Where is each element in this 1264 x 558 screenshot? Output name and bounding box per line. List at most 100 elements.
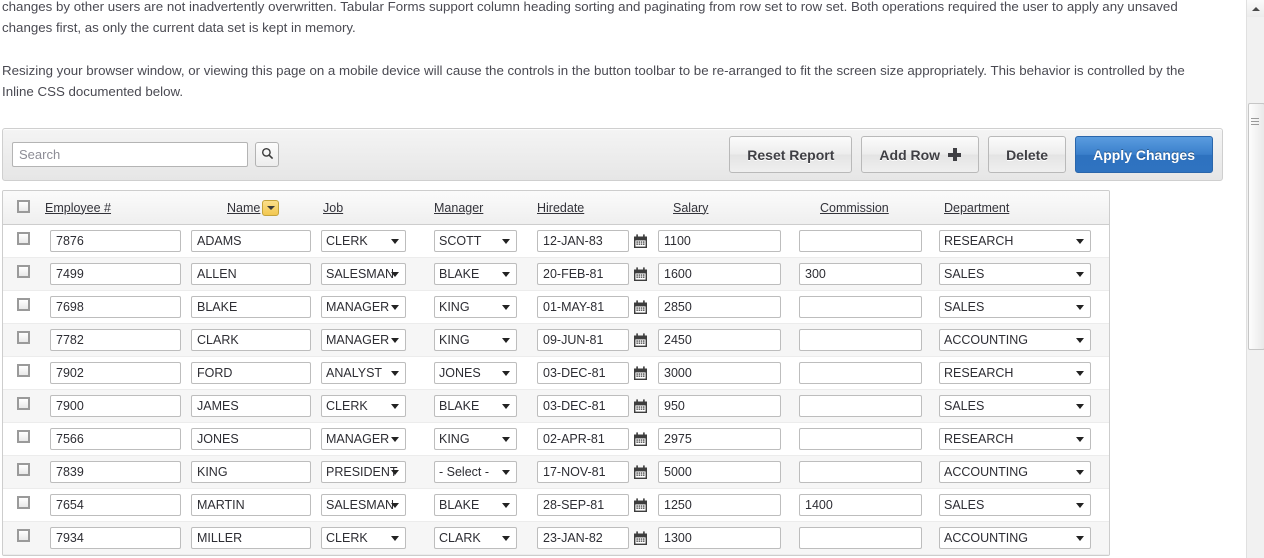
commission-input[interactable] — [799, 329, 922, 351]
row-checkbox[interactable] — [17, 298, 30, 311]
scrollbar-thumb[interactable] — [1248, 103, 1264, 350]
manager-select[interactable]: SCOTTBLAKEKINGJONESCLARK- Select - — [434, 296, 517, 318]
reset-report-button[interactable]: Reset Report — [729, 136, 853, 173]
job-select[interactable]: CLERKSALESMANMANAGERANALYSTPRESIDENT- Se… — [321, 494, 406, 516]
manager-select[interactable]: SCOTTBLAKEKINGJONESCLARK- Select - — [434, 395, 517, 417]
department-select[interactable]: RESEARCHSALESACCOUNTINGOPERATIONS- Selec… — [939, 263, 1091, 285]
delete-button[interactable]: Delete — [988, 136, 1067, 173]
row-checkbox[interactable] — [17, 529, 30, 542]
row-checkbox[interactable] — [17, 265, 30, 278]
job-select[interactable]: CLERKSALESMANMANAGERANALYSTPRESIDENT- Se… — [321, 296, 406, 318]
employee-number-input[interactable] — [50, 230, 181, 252]
department-select[interactable]: RESEARCHSALESACCOUNTINGOPERATIONS- Selec… — [939, 362, 1091, 384]
row-checkbox[interactable] — [17, 364, 30, 377]
employee-number-input[interactable] — [50, 395, 181, 417]
job-select[interactable]: CLERKSALESMANMANAGERANALYSTPRESIDENT- Se… — [321, 428, 406, 450]
employee-number-input[interactable] — [50, 428, 181, 450]
calendar-icon[interactable] — [633, 431, 648, 447]
department-select[interactable]: RESEARCHSALESACCOUNTINGOPERATIONS- Selec… — [939, 296, 1091, 318]
employee-number-input[interactable] — [50, 263, 181, 285]
department-select[interactable]: RESEARCHSALESACCOUNTINGOPERATIONS- Selec… — [939, 494, 1091, 516]
name-input[interactable] — [191, 362, 311, 384]
commission-input[interactable] — [799, 296, 922, 318]
calendar-icon[interactable] — [633, 233, 648, 249]
job-select[interactable]: CLERKSALESMANMANAGERANALYSTPRESIDENT- Se… — [321, 263, 406, 285]
employee-number-input[interactable] — [50, 494, 181, 516]
calendar-icon[interactable] — [633, 365, 648, 381]
department-select[interactable]: RESEARCHSALESACCOUNTINGOPERATIONS- Selec… — [939, 395, 1091, 417]
hiredate-input[interactable] — [537, 494, 629, 516]
commission-input[interactable] — [799, 428, 922, 450]
manager-select[interactable]: SCOTTBLAKEKINGJONESCLARK- Select - — [434, 428, 517, 450]
sort-link-employee-number[interactable]: Employee # — [45, 201, 111, 215]
select-all-checkbox[interactable] — [17, 199, 30, 213]
hiredate-input[interactable] — [537, 329, 629, 351]
chevron-down-icon[interactable] — [262, 199, 280, 216]
job-select[interactable]: CLERKSALESMANMANAGERANALYSTPRESIDENT- Se… — [321, 395, 406, 417]
commission-input[interactable] — [799, 494, 922, 516]
job-select[interactable]: CLERKSALESMANMANAGERANALYSTPRESIDENT- Se… — [321, 527, 406, 549]
employee-number-input[interactable] — [50, 362, 181, 384]
row-checkbox[interactable] — [17, 331, 30, 344]
manager-select[interactable]: SCOTTBLAKEKINGJONESCLARK- Select - — [434, 461, 517, 483]
job-select[interactable]: CLERKSALESMANMANAGERANALYSTPRESIDENT- Se… — [321, 329, 406, 351]
sort-link-job[interactable]: Job — [323, 201, 343, 215]
salary-input[interactable] — [658, 230, 781, 252]
sort-link-department[interactable]: Department — [944, 201, 1009, 215]
hiredate-input[interactable] — [537, 362, 629, 384]
apply-changes-button[interactable]: Apply Changes — [1075, 136, 1213, 173]
salary-input[interactable] — [658, 362, 781, 384]
employee-number-input[interactable] — [50, 296, 181, 318]
calendar-icon[interactable] — [633, 299, 648, 315]
salary-input[interactable] — [658, 263, 781, 285]
salary-input[interactable] — [658, 329, 781, 351]
calendar-icon[interactable] — [633, 398, 648, 414]
commission-input[interactable] — [799, 461, 922, 483]
job-select[interactable]: CLERKSALESMANMANAGERANALYSTPRESIDENT- Se… — [321, 230, 406, 252]
commission-input[interactable] — [799, 527, 922, 549]
job-select[interactable]: CLERKSALESMANMANAGERANALYSTPRESIDENT- Se… — [321, 362, 406, 384]
name-input[interactable] — [191, 296, 311, 318]
hiredate-input[interactable] — [537, 296, 629, 318]
row-checkbox[interactable] — [17, 397, 30, 410]
manager-select[interactable]: SCOTTBLAKEKINGJONESCLARK- Select - — [434, 230, 517, 252]
job-select[interactable]: CLERKSALESMANMANAGERANALYSTPRESIDENT- Se… — [321, 461, 406, 483]
browser-scrollbar[interactable] — [1246, 0, 1264, 558]
calendar-icon[interactable] — [633, 530, 648, 546]
calendar-icon[interactable] — [633, 332, 648, 348]
search-button[interactable] — [255, 142, 279, 167]
hiredate-input[interactable] — [537, 527, 629, 549]
department-select[interactable]: RESEARCHSALESACCOUNTINGOPERATIONS- Selec… — [939, 428, 1091, 450]
commission-input[interactable] — [799, 362, 922, 384]
row-checkbox[interactable] — [17, 430, 30, 443]
department-select[interactable]: RESEARCHSALESACCOUNTINGOPERATIONS- Selec… — [939, 230, 1091, 252]
hiredate-input[interactable] — [537, 395, 629, 417]
manager-select[interactable]: SCOTTBLAKEKINGJONESCLARK- Select - — [434, 329, 517, 351]
hiredate-input[interactable] — [537, 428, 629, 450]
salary-input[interactable] — [658, 494, 781, 516]
department-select[interactable]: RESEARCHSALESACCOUNTINGOPERATIONS- Selec… — [939, 461, 1091, 483]
sort-link-manager[interactable]: Manager — [434, 201, 483, 215]
sort-link-commission[interactable]: Commission — [820, 201, 889, 215]
employee-number-input[interactable] — [50, 329, 181, 351]
name-input[interactable] — [191, 230, 311, 252]
hiredate-input[interactable] — [537, 263, 629, 285]
scroll-up-arrow-icon[interactable] — [1247, 0, 1264, 17]
name-input[interactable] — [191, 395, 311, 417]
sort-link-salary[interactable]: Salary — [673, 201, 708, 215]
manager-select[interactable]: SCOTTBLAKEKINGJONESCLARK- Select - — [434, 263, 517, 285]
department-select[interactable]: RESEARCHSALESACCOUNTINGOPERATIONS- Selec… — [939, 329, 1091, 351]
salary-input[interactable] — [658, 428, 781, 450]
commission-input[interactable] — [799, 263, 922, 285]
manager-select[interactable]: SCOTTBLAKEKINGJONESCLARK- Select - — [434, 527, 517, 549]
department-select[interactable]: RESEARCHSALESACCOUNTINGOPERATIONS- Selec… — [939, 527, 1091, 549]
employee-number-input[interactable] — [50, 527, 181, 549]
name-input[interactable] — [191, 263, 311, 285]
name-input[interactable] — [191, 329, 311, 351]
name-input[interactable] — [191, 428, 311, 450]
hiredate-input[interactable] — [537, 461, 629, 483]
row-checkbox[interactable] — [17, 232, 30, 245]
sort-link-name[interactable]: Name — [227, 201, 260, 215]
add-row-button[interactable]: Add Row — [861, 136, 980, 173]
commission-input[interactable] — [799, 230, 922, 252]
